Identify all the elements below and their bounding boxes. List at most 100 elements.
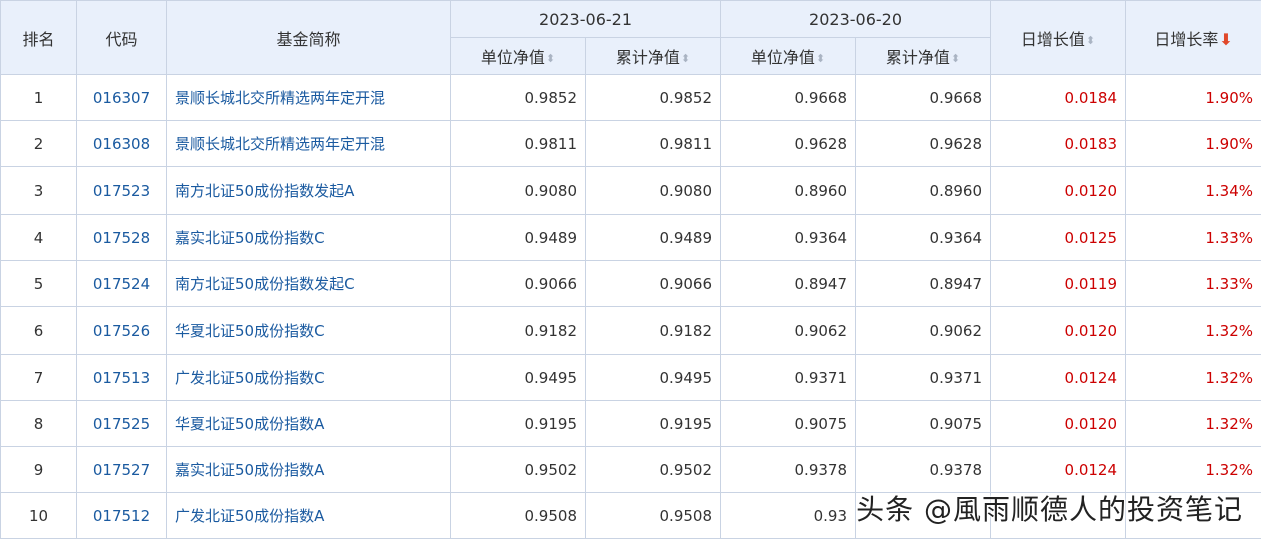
unit-nav-previous-cell: 0.9075 bbox=[720, 400, 857, 447]
header-daily-change[interactable]: 日增长值⬍ bbox=[990, 0, 1127, 75]
watermark: 头条 @風雨顺德人的投资笔记 bbox=[856, 493, 1243, 526]
header-unit-nav-current[interactable]: 单位净值⬍ bbox=[450, 37, 586, 75]
fund-name-link[interactable]: 南方北证50成份指数发起A bbox=[175, 182, 354, 200]
name-cell: 景顺长城北交所精选两年定开混 bbox=[166, 120, 451, 167]
fund-name-link[interactable]: 南方北证50成份指数发起C bbox=[175, 275, 355, 293]
daily-rate-cell: 1.32% bbox=[1125, 446, 1261, 493]
fund-name-link[interactable]: 景顺长城北交所精选两年定开混 bbox=[175, 135, 385, 153]
fund-name-link[interactable]: 嘉实北证50成份指数C bbox=[175, 229, 325, 247]
unit-nav-previous-cell: 0.9364 bbox=[720, 214, 857, 261]
unit-nav-previous-cell: 0.9668 bbox=[720, 74, 857, 121]
fund-name-link[interactable]: 嘉实北证50成份指数A bbox=[175, 461, 324, 479]
header-unit-nav-label: 单位净值 bbox=[750, 48, 815, 67]
name-cell: 景顺长城北交所精选两年定开混 bbox=[166, 74, 451, 121]
fund-code-link[interactable]: 017524 bbox=[93, 275, 150, 293]
fund-code-link[interactable]: 017527 bbox=[93, 461, 150, 479]
header-acc-nav-previous[interactable]: 累计净值⬍ bbox=[855, 37, 992, 75]
acc-nav-current-cell: 0.9852 bbox=[584, 74, 722, 121]
table-row: 9 017527 嘉实北证50成份指数A 0.9502 0.9502 0.937… bbox=[0, 446, 1261, 493]
fund-name-link[interactable]: 华夏北证50成份指数A bbox=[175, 415, 324, 433]
daily-rate-cell: 1.32% bbox=[1125, 400, 1261, 447]
unit-nav-current-cell: 0.9182 bbox=[450, 306, 586, 355]
header-name: 基金简称 bbox=[166, 0, 451, 75]
daily-change-cell: 0.0124 bbox=[990, 446, 1127, 493]
arrow-down-icon[interactable]: ⬇ bbox=[1219, 30, 1232, 49]
rank-cell: 7 bbox=[0, 354, 77, 401]
unit-nav-current-cell: 0.9852 bbox=[450, 74, 586, 121]
table-row: 1 016307 景顺长城北交所精选两年定开混 0.9852 0.9852 0.… bbox=[0, 74, 1261, 121]
unit-nav-current-cell: 0.9495 bbox=[450, 354, 586, 401]
fund-code-link[interactable]: 017528 bbox=[93, 229, 150, 247]
daily-rate-cell: 1.32% bbox=[1125, 354, 1261, 401]
fund-name-link[interactable]: 广发北证50成份指数A bbox=[175, 507, 324, 525]
unit-nav-previous-cell: 0.8960 bbox=[720, 166, 857, 215]
header-unit-nav-previous[interactable]: 单位净值⬍ bbox=[720, 37, 857, 75]
daily-rate-cell: 1.33% bbox=[1125, 260, 1261, 307]
code-cell: 017528 bbox=[76, 214, 167, 261]
rank-cell: 10 bbox=[0, 492, 77, 539]
table-body: 1 016307 景顺长城北交所精选两年定开混 0.9852 0.9852 0.… bbox=[0, 74, 1261, 539]
name-cell: 华夏北证50成份指数C bbox=[166, 306, 451, 355]
fund-code-link[interactable]: 016308 bbox=[93, 135, 150, 153]
acc-nav-previous-cell: 0.9378 bbox=[855, 446, 992, 493]
header-daily-rate-label: 日增长率 bbox=[1154, 29, 1219, 49]
rank-cell: 6 bbox=[0, 306, 77, 355]
fund-code-link[interactable]: 016307 bbox=[93, 89, 150, 107]
unit-nav-current-cell: 0.9080 bbox=[450, 166, 586, 215]
header-acc-nav-current[interactable]: 累计净值⬍ bbox=[584, 37, 722, 75]
fund-code-link[interactable]: 017523 bbox=[93, 182, 150, 200]
unit-nav-current-cell: 0.9502 bbox=[450, 446, 586, 493]
fund-code-link[interactable]: 017512 bbox=[93, 507, 150, 525]
sort-updown-icon[interactable]: ⬍ bbox=[1086, 34, 1095, 47]
daily-change-cell: 0.0120 bbox=[990, 306, 1127, 355]
acc-nav-current-cell: 0.9080 bbox=[584, 166, 722, 215]
fund-name-link[interactable]: 景顺长城北交所精选两年定开混 bbox=[175, 89, 385, 107]
sort-updown-icon[interactable]: ⬍ bbox=[816, 52, 825, 65]
name-cell: 广发北证50成份指数C bbox=[166, 354, 451, 401]
table-header: 排名 代码 基金简称 2023-06-21 2023-06-20 日增长值⬍ 日… bbox=[0, 0, 1261, 75]
acc-nav-current-cell: 0.9195 bbox=[584, 400, 722, 447]
rank-cell: 9 bbox=[0, 446, 77, 493]
acc-nav-previous-cell: 0.9364 bbox=[855, 214, 992, 261]
daily-rate-cell: 1.90% bbox=[1125, 74, 1261, 121]
name-cell: 嘉实北证50成份指数C bbox=[166, 214, 451, 261]
sort-updown-icon[interactable]: ⬍ bbox=[681, 52, 690, 65]
rank-cell: 1 bbox=[0, 74, 77, 121]
sort-updown-icon[interactable]: ⬍ bbox=[951, 52, 960, 65]
fund-code-link[interactable]: 017526 bbox=[93, 322, 150, 340]
code-cell: 017523 bbox=[76, 166, 167, 215]
daily-change-cell: 0.0120 bbox=[990, 166, 1127, 215]
acc-nav-current-cell: 0.9508 bbox=[584, 492, 722, 539]
header-daily-change-label: 日增长值 bbox=[1020, 29, 1085, 49]
daily-change-cell: 0.0183 bbox=[990, 120, 1127, 167]
table-row: 2 016308 景顺长城北交所精选两年定开混 0.9811 0.9811 0.… bbox=[0, 120, 1261, 167]
daily-change-cell: 0.0119 bbox=[990, 260, 1127, 307]
fund-code-link[interactable]: 017513 bbox=[93, 369, 150, 387]
fund-code-link[interactable]: 017525 bbox=[93, 415, 150, 433]
header-rank: 排名 bbox=[0, 0, 77, 75]
code-cell: 017513 bbox=[76, 354, 167, 401]
daily-rate-cell: 1.34% bbox=[1125, 166, 1261, 215]
unit-nav-previous-cell: 0.93 bbox=[720, 492, 857, 539]
acc-nav-previous-cell: 0.9062 bbox=[855, 306, 992, 355]
acc-nav-current-cell: 0.9495 bbox=[584, 354, 722, 401]
code-cell: 017527 bbox=[76, 446, 167, 493]
unit-nav-current-cell: 0.9508 bbox=[450, 492, 586, 539]
unit-nav-previous-cell: 0.8947 bbox=[720, 260, 857, 307]
fund-ranking-table: 排名 代码 基金简称 2023-06-21 2023-06-20 日增长值⬍ 日… bbox=[0, 0, 1261, 539]
name-cell: 广发北证50成份指数A bbox=[166, 492, 451, 539]
table-row: 5 017524 南方北证50成份指数发起C 0.9066 0.9066 0.8… bbox=[0, 260, 1261, 307]
fund-name-link[interactable]: 广发北证50成份指数C bbox=[175, 369, 325, 387]
rank-cell: 5 bbox=[0, 260, 77, 307]
header-acc-nav-label: 累计净值 bbox=[615, 48, 680, 67]
header-daily-rate[interactable]: 日增长率⬇ bbox=[1125, 0, 1261, 75]
fund-name-link[interactable]: 华夏北证50成份指数C bbox=[175, 322, 325, 340]
acc-nav-current-cell: 0.9811 bbox=[584, 120, 722, 167]
unit-nav-current-cell: 0.9811 bbox=[450, 120, 586, 167]
sort-updown-icon[interactable]: ⬍ bbox=[546, 52, 555, 65]
header-unit-nav-label: 单位净值 bbox=[480, 48, 545, 67]
unit-nav-current-cell: 0.9195 bbox=[450, 400, 586, 447]
rank-cell: 2 bbox=[0, 120, 77, 167]
daily-rate-cell: 1.90% bbox=[1125, 120, 1261, 167]
unit-nav-previous-cell: 0.9062 bbox=[720, 306, 857, 355]
